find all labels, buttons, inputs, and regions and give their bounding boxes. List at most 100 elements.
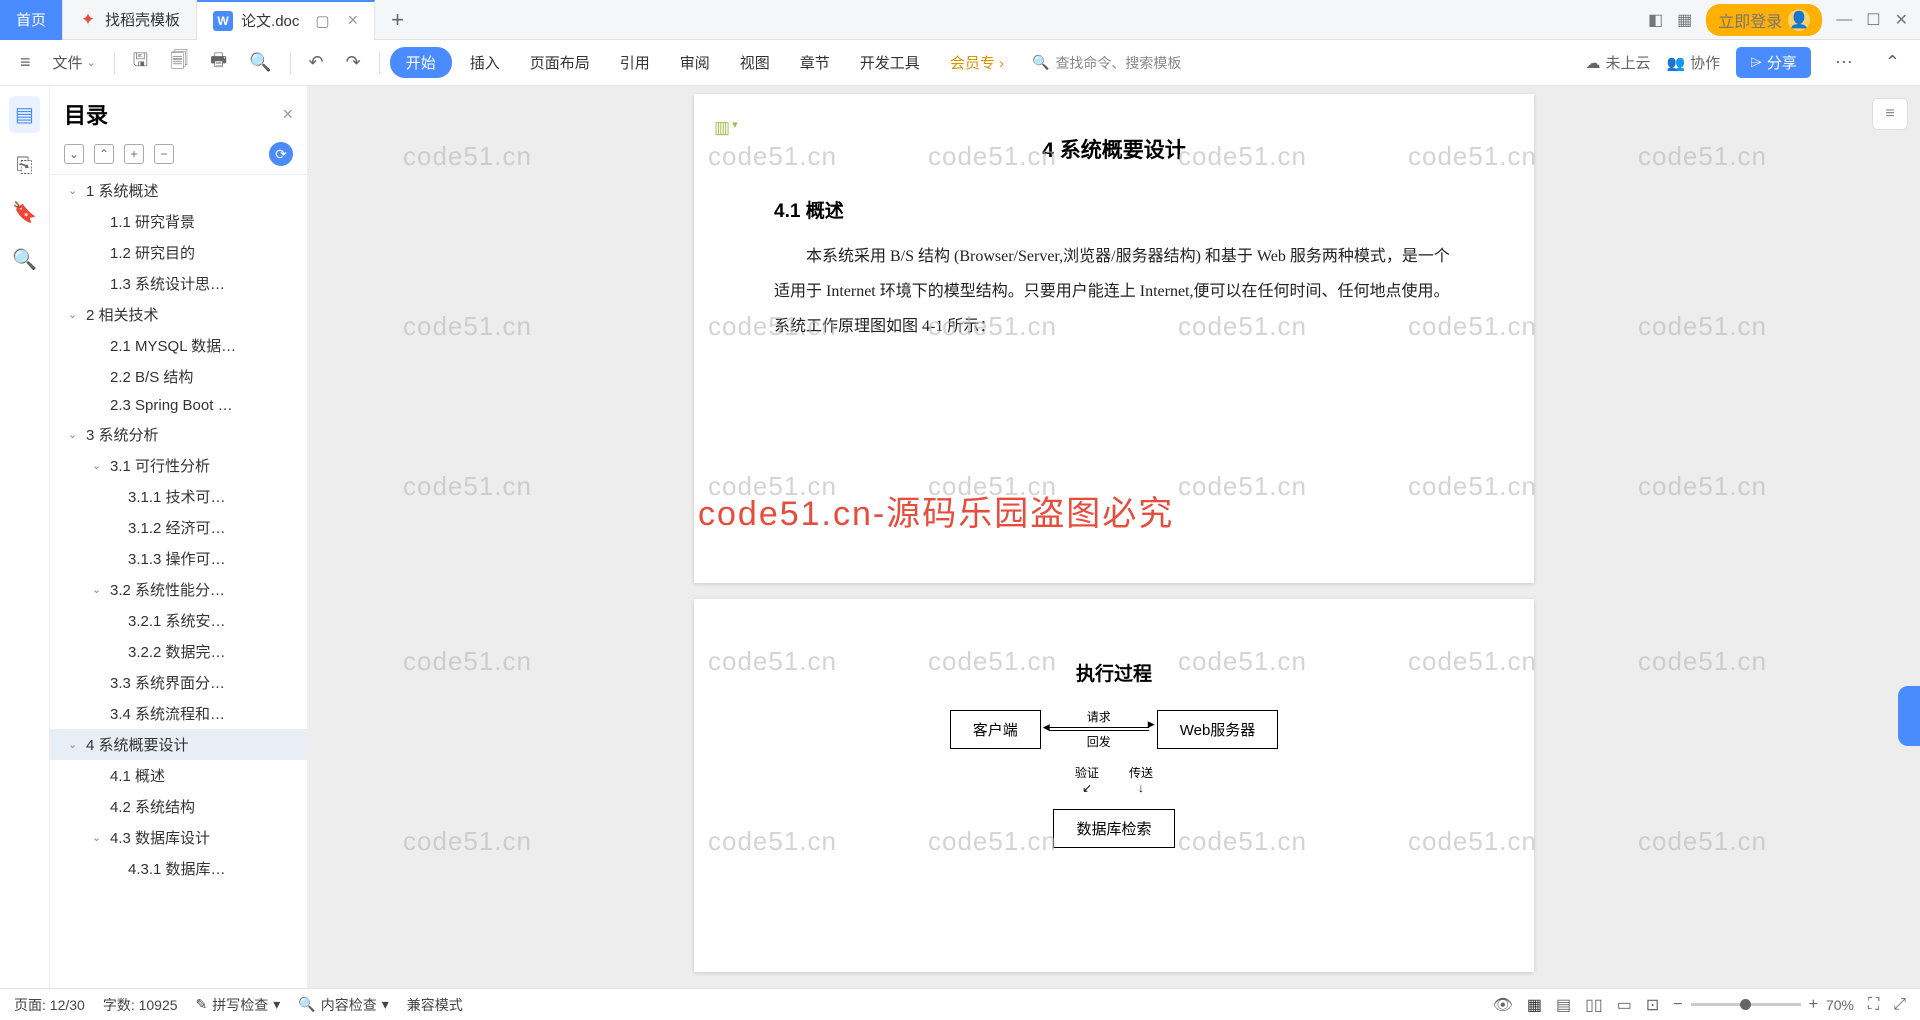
outline-item[interactable]: 3.2.1 系统安… xyxy=(50,605,307,636)
pin-icon[interactable]: ⎘ xyxy=(17,155,33,178)
outline-item[interactable]: 3.2.2 数据完… xyxy=(50,636,307,667)
share-icon: ⌲ xyxy=(1750,54,1762,71)
maximize-icon[interactable]: ☐ xyxy=(1866,10,1880,30)
layout-grid-icon[interactable]: ▦ xyxy=(1677,10,1692,30)
bookmark-icon[interactable]: 🔖 xyxy=(12,200,37,225)
save-icon[interactable]: 🖫 xyxy=(125,44,156,82)
chapter-heading: 4 系统概要设计 xyxy=(774,134,1454,164)
sidebar-close-icon[interactable]: × xyxy=(282,104,293,125)
toolbar: ≡ 文件 ⌄ 🖫 🗐 🖶 🔍 ↶ ↷ 开始 插入 页面布局 引用 审阅 视图 章… xyxy=(0,40,1920,86)
collapse-all-icon[interactable]: ⌄ xyxy=(64,144,84,164)
undo-icon[interactable]: ↶ xyxy=(301,48,332,77)
minimize-icon[interactable]: — xyxy=(1836,11,1852,29)
tab-add[interactable]: + xyxy=(375,0,420,40)
ribbon-member[interactable]: 会员专 › xyxy=(938,46,1016,79)
outline-item[interactable]: 3.3 系统界面分… xyxy=(50,667,307,698)
saveas-icon[interactable]: 🗐 xyxy=(162,44,196,82)
outline-item[interactable]: ⌄1 系统概述 xyxy=(50,175,307,206)
status-words[interactable]: 字数: 10925 xyxy=(103,995,178,1015)
avatar-icon: 👤 xyxy=(1788,9,1810,31)
redo-icon[interactable]: ↷ xyxy=(338,48,369,77)
fit-icon[interactable]: ⛶ xyxy=(1868,996,1879,1014)
tab-template[interactable]: ✦ 找稻壳模板 xyxy=(63,0,197,40)
content-check-button[interactable]: 🔍 内容检查 ▾ xyxy=(298,995,388,1015)
login-button[interactable]: 立即登录 👤 xyxy=(1706,4,1822,36)
panel-toggle-button[interactable]: ≡ xyxy=(1872,98,1908,130)
print-icon[interactable]: 🖶 xyxy=(202,44,235,82)
diagram-label: 验证 xyxy=(1075,764,1099,781)
ribbon-devtools[interactable]: 开发工具 xyxy=(848,46,932,79)
eye-icon[interactable]: 👁 xyxy=(1493,995,1513,1015)
layout1-icon[interactable]: ◧ xyxy=(1648,10,1663,30)
view-page-icon[interactable]: ▦ xyxy=(1527,995,1542,1015)
outline-item[interactable]: 2.2 B/S 结构 xyxy=(50,361,307,392)
tab-close-icon[interactable]: × xyxy=(348,10,359,31)
cloud-status-button[interactable]: ☁未上云 xyxy=(1585,52,1650,73)
ribbon-view[interactable]: 视图 xyxy=(728,46,782,79)
outline-icon[interactable]: ▤ xyxy=(9,96,40,133)
outline-item[interactable]: ⌄3 系统分析 xyxy=(50,419,307,450)
close-window-icon[interactable]: ✕ xyxy=(1895,10,1908,30)
outline-item[interactable]: ⌄2 相关技术 xyxy=(50,299,307,330)
sync-icon[interactable]: ⟳ xyxy=(269,142,293,166)
figure-title: 执行过程 xyxy=(774,659,1454,686)
outline-item[interactable]: ⌄4.3 数据库设计 xyxy=(50,822,307,853)
view-web-icon[interactable]: ▭ xyxy=(1617,995,1632,1015)
ribbon-chapter[interactable]: 章节 xyxy=(788,46,842,79)
view-read-icon[interactable]: ▯▯ xyxy=(1585,995,1603,1015)
zoom-value[interactable]: 70% xyxy=(1826,997,1854,1013)
outline-item[interactable]: 2.3 Spring Boot … xyxy=(50,392,307,419)
tab-template-label: 找稻壳模板 xyxy=(105,9,180,30)
zoom-in-icon[interactable]: + xyxy=(1809,996,1818,1014)
collab-button[interactable]: 👥协作 xyxy=(1666,52,1720,73)
outline-item[interactable]: 3.4 系统流程和… xyxy=(50,698,307,729)
ribbon-start[interactable]: 开始 xyxy=(390,47,452,78)
side-pull-handle[interactable] xyxy=(1898,686,1920,746)
fullscreen-icon[interactable]: ⤢ xyxy=(1893,996,1906,1014)
ribbon-review[interactable]: 审阅 xyxy=(668,46,722,79)
outline-item[interactable]: 3.1.3 操作可… xyxy=(50,543,307,574)
outline-item[interactable]: 1.3 系统设计思… xyxy=(50,268,307,299)
outline-item[interactable]: 2.1 MYSQL 数据… xyxy=(50,330,307,361)
expand-all-icon[interactable]: ⌃ xyxy=(94,144,114,164)
outline-item[interactable]: 1.1 研究背景 xyxy=(50,206,307,237)
find-icon[interactable]: 🔍 xyxy=(12,247,37,272)
outline-item[interactable]: ⌄4 系统概要设计 xyxy=(50,729,307,760)
preview-icon[interactable]: 🔍 xyxy=(241,48,279,77)
share-button[interactable]: ⌲分享 xyxy=(1736,47,1811,78)
status-page[interactable]: 页面: 12/30 xyxy=(14,995,85,1015)
diagram-box-client: 客户端 xyxy=(950,710,1041,749)
page-indicator-icon[interactable]: ▥ ▾ xyxy=(714,118,738,138)
spell-check-button[interactable]: ✎ 拼写检查 ▾ xyxy=(196,995,281,1015)
outline-item[interactable]: 4.3.1 数据库… xyxy=(50,853,307,884)
view-outline-icon[interactable]: ▤ xyxy=(1556,995,1571,1015)
search-input[interactable]: 🔍 查找命令、搜索模板 xyxy=(1032,53,1181,73)
outline-item[interactable]: 3.1.2 经济可… xyxy=(50,512,307,543)
ribbon-ref[interactable]: 引用 xyxy=(608,46,662,79)
ribbon-insert[interactable]: 插入 xyxy=(458,46,512,79)
menu-icon[interactable]: ≡ xyxy=(12,48,39,77)
zoom-slider[interactable] xyxy=(1691,1003,1801,1006)
outline-item[interactable]: 4.2 系统结构 xyxy=(50,791,307,822)
add-heading-icon[interactable]: + xyxy=(124,144,144,164)
window-mode-icon[interactable]: ▢ xyxy=(315,12,329,30)
outline-item[interactable]: 1.2 研究目的 xyxy=(50,237,307,268)
tab-home[interactable]: 首页 xyxy=(0,0,63,40)
compat-mode[interactable]: 兼容模式 xyxy=(407,995,463,1015)
collapse-ribbon-icon[interactable]: ⌃ xyxy=(1877,48,1908,77)
remove-heading-icon[interactable]: − xyxy=(154,144,174,164)
outline-item[interactable]: 3.1.1 技术可… xyxy=(50,481,307,512)
watermark-grey: code51.cn xyxy=(1638,311,1767,342)
zoom-out-icon[interactable]: − xyxy=(1673,996,1682,1014)
zoom-control[interactable]: − + 70% xyxy=(1673,996,1854,1014)
outline-item[interactable]: ⌄3.2 系统性能分… xyxy=(50,574,307,605)
outline-item[interactable]: 4.1 概述 xyxy=(50,760,307,791)
document-canvas[interactable]: ≡ ▥ ▾ 4 系统概要设计 4.1 概述 本系统采用 B/S 结构 (Brow… xyxy=(308,86,1920,988)
ruler-icon[interactable]: ⊡ xyxy=(1646,995,1659,1015)
more-icon[interactable]: ⋯ xyxy=(1827,48,1861,77)
outline-item[interactable]: ⌄3.1 可行性分析 xyxy=(50,450,307,481)
tab-document[interactable]: W 论文.doc ▢ × xyxy=(197,0,375,40)
file-menu[interactable]: 文件 ⌄ xyxy=(45,48,104,77)
ribbon-layout[interactable]: 页面布局 xyxy=(518,46,602,79)
tab-bar: 首页 ✦ 找稻壳模板 W 论文.doc ▢ × + ◧ ▦ 立即登录 👤 — ☐… xyxy=(0,0,1920,40)
